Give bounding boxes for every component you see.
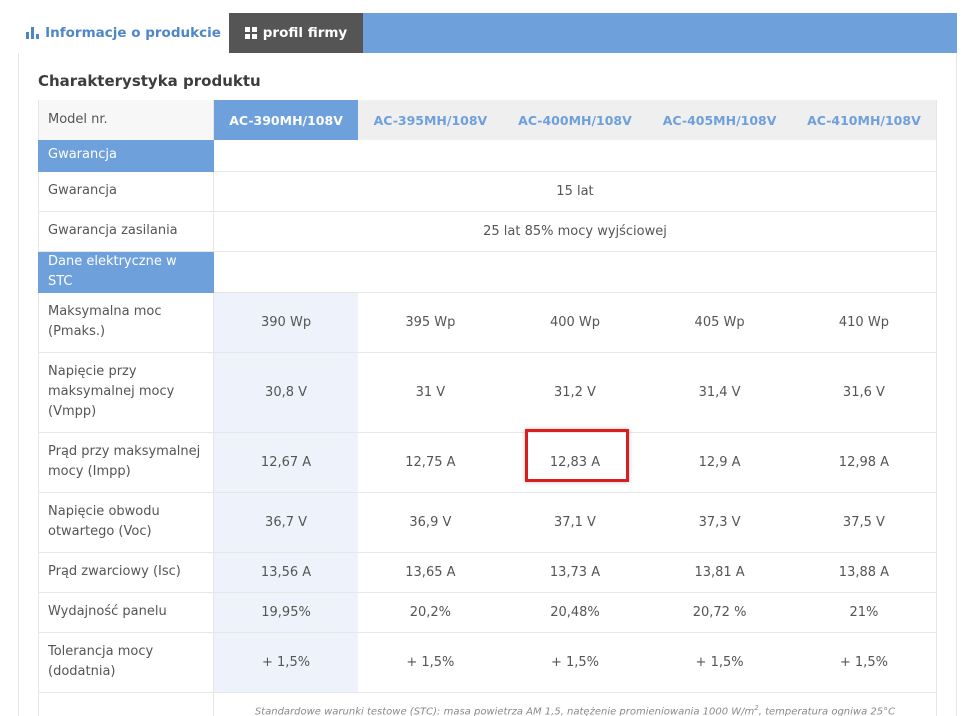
group-spacer <box>213 140 937 172</box>
model-header[interactable]: AC-410MH/108V <box>791 100 937 140</box>
row-value: 20,48% <box>502 592 648 633</box>
row-value: 13,81 A <box>647 552 792 593</box>
row-value: 37,3 V <box>647 492 792 553</box>
footnote-spacer <box>38 692 214 716</box>
header-row: Model nr. AC-390MH/108V AC-395MH/108V AC… <box>38 100 937 140</box>
row-value: 395 Wp <box>358 292 503 353</box>
group-label: Gwarancja <box>38 140 214 172</box>
model-label: Model nr. <box>38 100 214 140</box>
row-label: Gwarancja zasilania <box>38 211 214 252</box>
group-spacer <box>213 251 937 293</box>
row-value: 12,9 A <box>647 432 792 493</box>
row-value: 31 V <box>358 352 503 433</box>
row-value: 30,8 V <box>213 352 359 433</box>
row-value: + 1,5% <box>213 632 359 693</box>
row-value: 405 Wp <box>647 292 792 353</box>
row-value: 13,73 A <box>502 552 648 593</box>
table-row: Napięcie obwodu otwartego (Voc) 36,7 V 3… <box>38 492 937 553</box>
table-row: Tolerancja mocy (dodatnia) + 1,5% + 1,5%… <box>38 632 937 693</box>
row-value: + 1,5% <box>647 632 792 693</box>
row-label: Maksymalna moc (Pmaks.) <box>38 292 214 353</box>
table-row: Napięcie przy maksymalnej mocy (Vmpp) 30… <box>38 352 937 433</box>
group-label: Dane elektryczne w STC <box>38 251 214 293</box>
row-value: + 1,5% <box>358 632 503 693</box>
group-row-electrical: Dane elektryczne w STC <box>38 251 937 293</box>
row-value: 13,65 A <box>358 552 503 593</box>
grid-icon <box>244 27 257 39</box>
row-value: 36,9 V <box>358 492 503 553</box>
model-header[interactable]: AC-405MH/108V <box>647 100 792 140</box>
table-row: Gwarancja zasilania 25 lat 85% mocy wyjś… <box>38 211 937 252</box>
tab-product-info-label: Informacje o produkcie <box>45 25 221 41</box>
row-label: Prąd przy maksymalnej mocy (Impp) <box>38 432 214 493</box>
row-value: 31,4 V <box>647 352 792 433</box>
row-label: Napięcie obwodu otwartego (Voc) <box>38 492 214 553</box>
row-value: 19,95% <box>213 592 359 633</box>
spec-table: Model nr. AC-390MH/108V AC-395MH/108V AC… <box>38 100 937 716</box>
row-value: + 1,5% <box>502 632 648 693</box>
table-row: Gwarancja 15 lat <box>38 171 937 212</box>
row-label: Tolerancja mocy (dodatnia) <box>38 632 214 693</box>
section-title: Charakterystyka produktu <box>38 72 261 90</box>
row-value: 390 Wp <box>213 292 359 353</box>
tab-company-profile-label: profil firmy <box>262 25 348 41</box>
table-row: Prąd zwarciowy (Isc) 13,56 A 13,65 A 13,… <box>38 552 937 593</box>
row-value: 400 Wp <box>502 292 648 353</box>
row-value: 15 lat <box>213 171 937 212</box>
bar-chart-icon <box>26 27 40 39</box>
row-value: 13,56 A <box>213 552 359 593</box>
row-value: 37,1 V <box>502 492 648 553</box>
model-header[interactable]: AC-395MH/108V <box>358 100 503 140</box>
tab-company-profile[interactable]: profil firmy <box>229 13 363 53</box>
footnote-row: Standardowe warunki testowe (STC): masa … <box>38 692 937 716</box>
group-row-warranty: Gwarancja <box>38 140 937 172</box>
row-value: 31,6 V <box>791 352 937 433</box>
model-header[interactable]: AC-400MH/108V <box>502 100 648 140</box>
row-value: 36,7 V <box>213 492 359 553</box>
row-value: 20,72 % <box>647 592 792 633</box>
row-value: 25 lat 85% mocy wyjściowej <box>213 211 937 252</box>
row-value-highlighted: 12,83 A <box>502 432 648 493</box>
footnote-text-end: , temperatura ogniwa 25°C <box>758 706 896 716</box>
row-value: 12,67 A <box>213 432 359 493</box>
row-value: 31,2 V <box>502 352 648 433</box>
model-header[interactable]: AC-390MH/108V <box>213 100 359 140</box>
row-value: 12,98 A <box>791 432 937 493</box>
table-row: Prąd przy maksymalnej mocy (Impp) 12,67 … <box>38 432 937 493</box>
row-value: 410 Wp <box>791 292 937 353</box>
tab-product-info[interactable]: Informacje o produkcie <box>18 13 229 53</box>
stc-footnote: Standardowe warunki testowe (STC): masa … <box>213 692 937 716</box>
row-value: 21% <box>791 592 937 633</box>
row-label: Gwarancja <box>38 171 214 212</box>
table-row: Wydajność panelu 19,95% 20,2% 20,48% 20,… <box>38 592 937 633</box>
row-value: 37,5 V <box>791 492 937 553</box>
row-label: Prąd zwarciowy (Isc) <box>38 552 214 593</box>
footnote-text: Standardowe warunki testowe (STC): masa … <box>254 706 755 716</box>
row-value: 13,88 A <box>791 552 937 593</box>
row-value: 20,2% <box>358 592 503 633</box>
row-label: Napięcie przy maksymalnej mocy (Vmpp) <box>38 352 214 433</box>
row-value: + 1,5% <box>791 632 937 693</box>
tab-bar: Informacje o produkcie profil firmy <box>18 13 957 53</box>
row-label: Wydajność panelu <box>38 592 214 633</box>
row-value: 12,75 A <box>358 432 503 493</box>
table-row: Maksymalna moc (Pmaks.) 390 Wp 395 Wp 40… <box>38 292 937 353</box>
